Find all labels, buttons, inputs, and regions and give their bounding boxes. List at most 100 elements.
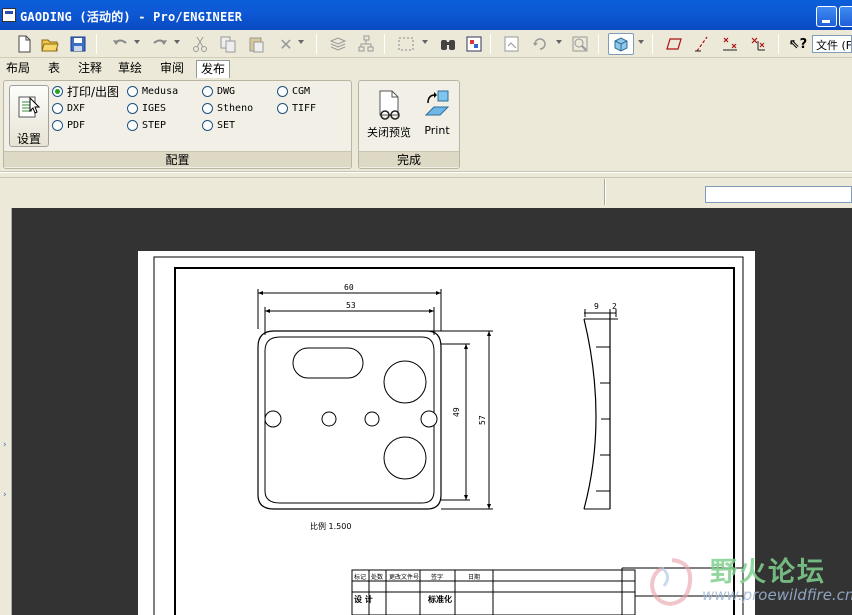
radio-dot xyxy=(277,102,288,114)
finish-group-label: 完成 xyxy=(359,151,459,167)
radio-pdf[interactable]: PDF xyxy=(52,118,85,132)
dimension-60: 60 xyxy=(344,283,354,292)
title-block-cell: 日期 xyxy=(468,574,481,581)
display-style-icon[interactable] xyxy=(608,33,634,55)
config-group: 设置 打印/出图 DXF PDF Medusa IGES STEP DWG St… xyxy=(3,80,352,169)
select-box-icon[interactable] xyxy=(396,34,416,54)
model-tree-icon[interactable] xyxy=(356,34,376,54)
zoom-icon[interactable] xyxy=(570,34,590,54)
radio-dot xyxy=(127,102,138,114)
print-button[interactable]: Print xyxy=(417,89,457,145)
radio-dwg[interactable]: DWG xyxy=(202,84,235,98)
tab-table[interactable]: 表 xyxy=(44,60,64,78)
app-icon xyxy=(2,8,16,22)
radio-iges[interactable]: IGES xyxy=(127,101,166,115)
copy-icon[interactable] xyxy=(218,34,238,54)
undo-dropdown-icon[interactable] xyxy=(134,40,140,44)
radio-dot xyxy=(52,85,63,97)
title-block-cell: 标记 xyxy=(354,574,367,581)
title-bar: GAODING (活动的) - Pro/ENGINEER xyxy=(0,0,852,30)
radio-dot xyxy=(127,85,138,97)
radio-set[interactable]: SET xyxy=(202,118,235,132)
find-binoculars-icon[interactable] xyxy=(438,34,458,54)
divider xyxy=(0,177,852,178)
datum-plane-icon[interactable] xyxy=(664,34,684,54)
context-help-icon[interactable]: ⇖? xyxy=(788,34,808,54)
side-panel-handle[interactable]: › › xyxy=(0,208,12,615)
ribbon-tabs: 布局 表 注释 草绘 审阅 发布 xyxy=(0,58,852,78)
redo-dropdown-icon[interactable] xyxy=(174,40,180,44)
new-file-icon[interactable] xyxy=(14,34,34,54)
radio-plot[interactable]: 打印/出图 xyxy=(52,84,119,99)
dimension-2: 2 xyxy=(612,302,617,311)
expand-arrow-icon[interactable]: › xyxy=(3,490,7,500)
setup-label: 设置 xyxy=(16,132,41,146)
main-toolbar: ✕ ⇖? 文件 (F xyxy=(0,30,852,58)
title-block-cell: 设 计 xyxy=(354,595,373,604)
display-style-dropdown-icon[interactable] xyxy=(638,40,644,44)
radio-dot xyxy=(52,102,63,114)
dimension-49: 49 xyxy=(452,407,461,417)
tab-sketch[interactable]: 草绘 xyxy=(114,60,146,78)
title-block-cell: 标准化 xyxy=(428,595,452,604)
title-block-cell: 处数 xyxy=(371,574,384,581)
maximize-button[interactable] xyxy=(839,6,852,27)
paste-icon[interactable] xyxy=(246,34,266,54)
radio-dot xyxy=(202,119,213,131)
repaint-icon[interactable] xyxy=(464,34,484,54)
dimension-9: 9 xyxy=(594,302,599,311)
close-preview-button[interactable]: 关闭预览 xyxy=(363,89,415,145)
datum-axis-icon[interactable] xyxy=(692,34,712,54)
layers-icon[interactable] xyxy=(328,34,348,54)
delete-icon[interactable]: ✕ xyxy=(276,34,296,54)
finish-group: 关闭预览 Print 完成 xyxy=(358,80,460,169)
setup-icon xyxy=(18,96,40,118)
select-dropdown-icon[interactable] xyxy=(422,40,428,44)
print-label: Print xyxy=(424,124,450,137)
undo-icon[interactable] xyxy=(110,34,130,54)
setup-button[interactable]: 设置 xyxy=(9,85,49,147)
radio-stheno[interactable]: Stheno xyxy=(202,101,253,115)
radio-medusa[interactable]: Medusa xyxy=(127,84,178,98)
toolbar-separator xyxy=(778,34,779,54)
print-icon xyxy=(424,90,450,116)
proe-window: GAODING (活动的) - Pro/ENGINEER ✕ ⇖? 文件 (F … xyxy=(0,0,852,615)
expand-arrow-icon[interactable]: › xyxy=(3,440,7,450)
radio-step[interactable]: STEP xyxy=(127,118,166,132)
command-search-input[interactable] xyxy=(705,186,852,203)
save-icon[interactable] xyxy=(68,34,88,54)
regenerate-dropdown-icon[interactable] xyxy=(556,40,562,44)
toolbar-separator xyxy=(96,34,97,54)
tab-annotate[interactable]: 注释 xyxy=(74,60,106,78)
radio-tiff[interactable]: TIFF xyxy=(277,101,316,115)
coordinate-system-icon[interactable] xyxy=(748,34,768,54)
tab-review[interactable]: 审阅 xyxy=(156,60,188,78)
drawing-canvas[interactable]: › › 60 53 49 57 9 2 比例 1.500 标记 处数 更改文件号… xyxy=(0,208,852,615)
radio-dxf[interactable]: DXF xyxy=(52,101,85,115)
sheet-setup-icon[interactable] xyxy=(502,34,522,54)
title-block-cell: 签字 xyxy=(431,574,444,581)
tab-layout[interactable]: 布局 xyxy=(2,60,34,78)
status-strip xyxy=(0,172,852,208)
cut-icon[interactable] xyxy=(190,34,210,54)
dimension-57: 57 xyxy=(478,415,487,425)
toolbar-separator xyxy=(384,34,385,54)
config-group-label: 配置 xyxy=(4,151,351,167)
tab-publish[interactable]: 发布 xyxy=(196,60,231,78)
file-menu-button[interactable]: 文件 (F xyxy=(812,35,852,53)
close-preview-label: 关闭预览 xyxy=(367,126,411,139)
radio-cgm[interactable]: CGM xyxy=(277,84,310,98)
delete-dropdown-icon[interactable] xyxy=(298,40,304,44)
redo-icon[interactable] xyxy=(150,34,170,54)
toolbar-separator xyxy=(490,34,491,54)
watermark-text: 野火论坛 xyxy=(710,557,826,588)
radio-dot xyxy=(277,85,288,97)
title-block-cell: 更改文件号 xyxy=(389,574,420,581)
minimize-button[interactable] xyxy=(816,6,837,27)
window-title: GAODING (活动的) - Pro/ENGINEER xyxy=(20,10,243,24)
open-folder-icon[interactable] xyxy=(40,34,60,54)
regenerate-icon[interactable] xyxy=(530,34,550,54)
dimension-53: 53 xyxy=(346,301,356,310)
ribbon-panel: 设置 打印/出图 DXF PDF Medusa IGES STEP DWG St… xyxy=(0,78,852,172)
datum-point-icon[interactable] xyxy=(720,34,740,54)
